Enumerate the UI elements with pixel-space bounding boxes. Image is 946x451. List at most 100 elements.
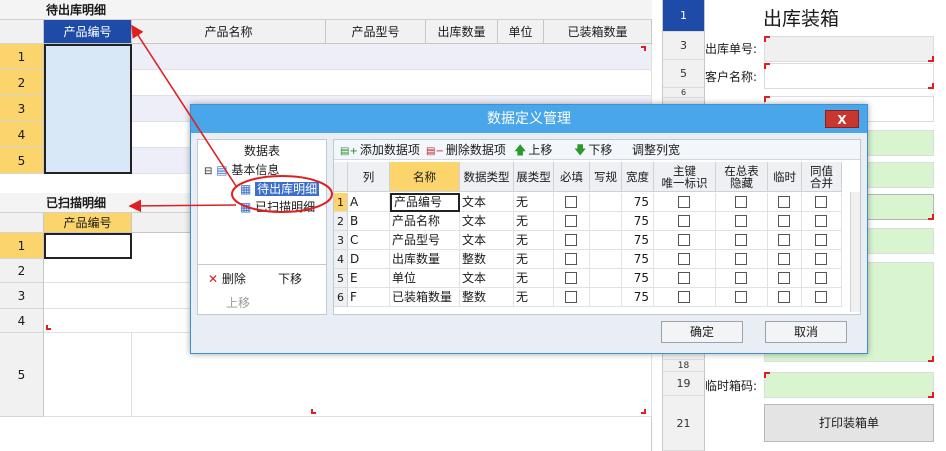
checkbox[interactable] [565,253,577,265]
checkbox[interactable] [565,291,577,303]
checkbox[interactable] [735,215,747,227]
checkbox[interactable] [815,291,827,303]
grid-cell-pk[interactable] [654,212,716,231]
checkbox[interactable] [735,272,747,284]
grid-cell-merge[interactable] [802,250,842,269]
col-header-product-model[interactable]: 产品型号 [326,20,426,44]
grid-cell-name[interactable]: 单位 [390,269,460,288]
grid-header-name[interactable]: 名称 [390,162,460,192]
grid-row-number[interactable]: 3 [334,231,348,250]
row-header[interactable]: 4 [0,309,44,333]
grid-cell-ext[interactable]: 无 [514,269,554,288]
grid-cell-type[interactable]: 整数 [460,250,514,269]
grid-cell-ext[interactable]: 无 [514,231,554,250]
grid-cell-pk[interactable] [654,193,716,212]
checkbox[interactable] [815,196,827,208]
grid-header-primary-key[interactable]: 主键 唯一标识 [654,162,716,192]
grid-cell-col[interactable]: B [348,212,390,231]
active-cell[interactable] [44,233,132,259]
checkbox[interactable] [678,234,690,246]
checkbox[interactable] [815,272,827,284]
move-down-field-button[interactable]: 🡇 下移 [574,142,612,158]
grid-cell-hide[interactable] [716,231,768,250]
table-row[interactable] [132,44,652,70]
checkbox[interactable] [778,196,790,208]
row-header[interactable]: 2 [0,259,44,283]
grid-cell-pk[interactable] [654,250,716,269]
grid-cell-type[interactable]: 文本 [460,193,514,212]
grid-row-number[interactable]: 4 [334,250,348,269]
move-up-field-button[interactable]: 🡅 上移 [514,142,552,158]
grid-row-number[interactable]: 1 [334,193,348,212]
row-header[interactable]: 3 [0,283,44,309]
checkbox[interactable] [735,291,747,303]
grid-cell-req[interactable] [554,269,590,288]
ok-button[interactable]: 确定 [661,321,743,343]
row-header[interactable]: 5 [0,148,44,174]
grid-header-temp[interactable]: 临时 [768,162,802,192]
grid-cell-temp[interactable] [768,250,802,269]
grid-cell-width[interactable]: 75 [622,269,654,288]
checkbox[interactable] [678,291,690,303]
grid-cell-ext[interactable]: 无 [514,288,554,307]
grid-cell-width[interactable]: 75 [622,288,654,307]
grid-cell-width[interactable]: 75 [622,231,654,250]
grid-header-merge[interactable]: 同值 合并 [802,162,842,192]
checkbox[interactable] [678,253,690,265]
grid-cell-temp[interactable] [768,269,802,288]
grid-cell-col[interactable]: F [348,288,390,307]
grid-cell-hide[interactable] [716,250,768,269]
grid-cell-name[interactable]: 产品编号 [390,193,460,212]
grid-cell-ext[interactable]: 无 [514,193,554,212]
grid-cell-name[interactable]: 出库数量 [390,250,460,269]
grid-header-ext-type[interactable]: 展类型 [514,162,554,192]
grid-cell-pk[interactable] [654,288,716,307]
checkbox[interactable] [565,234,577,246]
grid-cell-temp[interactable] [768,212,802,231]
grid-cell-merge[interactable] [802,269,842,288]
row-header[interactable]: 3 [0,96,44,122]
grid-cell-req[interactable] [554,250,590,269]
grid-cell-type[interactable]: 整数 [460,288,514,307]
row-header[interactable]: 1 [0,233,44,259]
grid-cell-name[interactable]: 已装箱数量 [390,288,460,307]
row-header[interactable]: 4 [0,122,44,148]
grid-cell-width[interactable]: 75 [622,250,654,269]
checkbox[interactable] [815,215,827,227]
fit-columns-button[interactable]: 调整列宽 [632,142,680,158]
dialog-title-bar[interactable]: 数据定义管理 X [191,105,867,133]
customer-field[interactable] [764,63,934,89]
grid-cell-ext[interactable]: 无 [514,212,554,231]
grid-cell-rule[interactable] [590,250,622,269]
grid-row-number[interactable]: 2 [334,212,348,231]
grid-cell-rule[interactable] [590,212,622,231]
cancel-button[interactable]: 取消 [765,321,847,343]
checkbox[interactable] [778,291,790,303]
grid-cell-merge[interactable] [802,193,842,212]
grid-cell-width[interactable]: 75 [622,193,654,212]
remove-field-button[interactable]: ▤− 删除数据项 [426,142,506,158]
checkbox[interactable] [565,272,577,284]
grid-cell-hide[interactable] [716,193,768,212]
grid-cell-req[interactable] [554,212,590,231]
col-header-product-code[interactable]: 产品编号 [44,213,132,233]
add-field-button[interactable]: ▤+ 添加数据项 [340,142,420,158]
grid-cell-req[interactable] [554,231,590,250]
grid-cell-rule[interactable] [590,288,622,307]
grid-cell-col[interactable]: A [348,193,390,212]
tree-item-pending[interactable]: ▦ 待出库明细 [240,181,320,197]
grid-cell-temp[interactable] [768,288,802,307]
grid-header-required[interactable]: 必填 [554,162,590,192]
grid-cell-req[interactable] [554,288,590,307]
grid-header-width[interactable]: 宽度 [622,162,654,192]
checkbox[interactable] [565,196,577,208]
tree-root[interactable]: ⊟ ▤ 基本信息 [204,162,279,178]
checkbox[interactable] [778,253,790,265]
grid-cell-temp[interactable] [768,231,802,250]
checkbox[interactable] [678,215,690,227]
checkbox[interactable] [678,196,690,208]
grid-cell-name[interactable]: 产品名称 [390,212,460,231]
grid-cell-name[interactable]: 产品型号 [390,231,460,250]
grid-cell-temp[interactable] [768,193,802,212]
col-header-product-name[interactable]: 产品名称 [132,20,326,44]
